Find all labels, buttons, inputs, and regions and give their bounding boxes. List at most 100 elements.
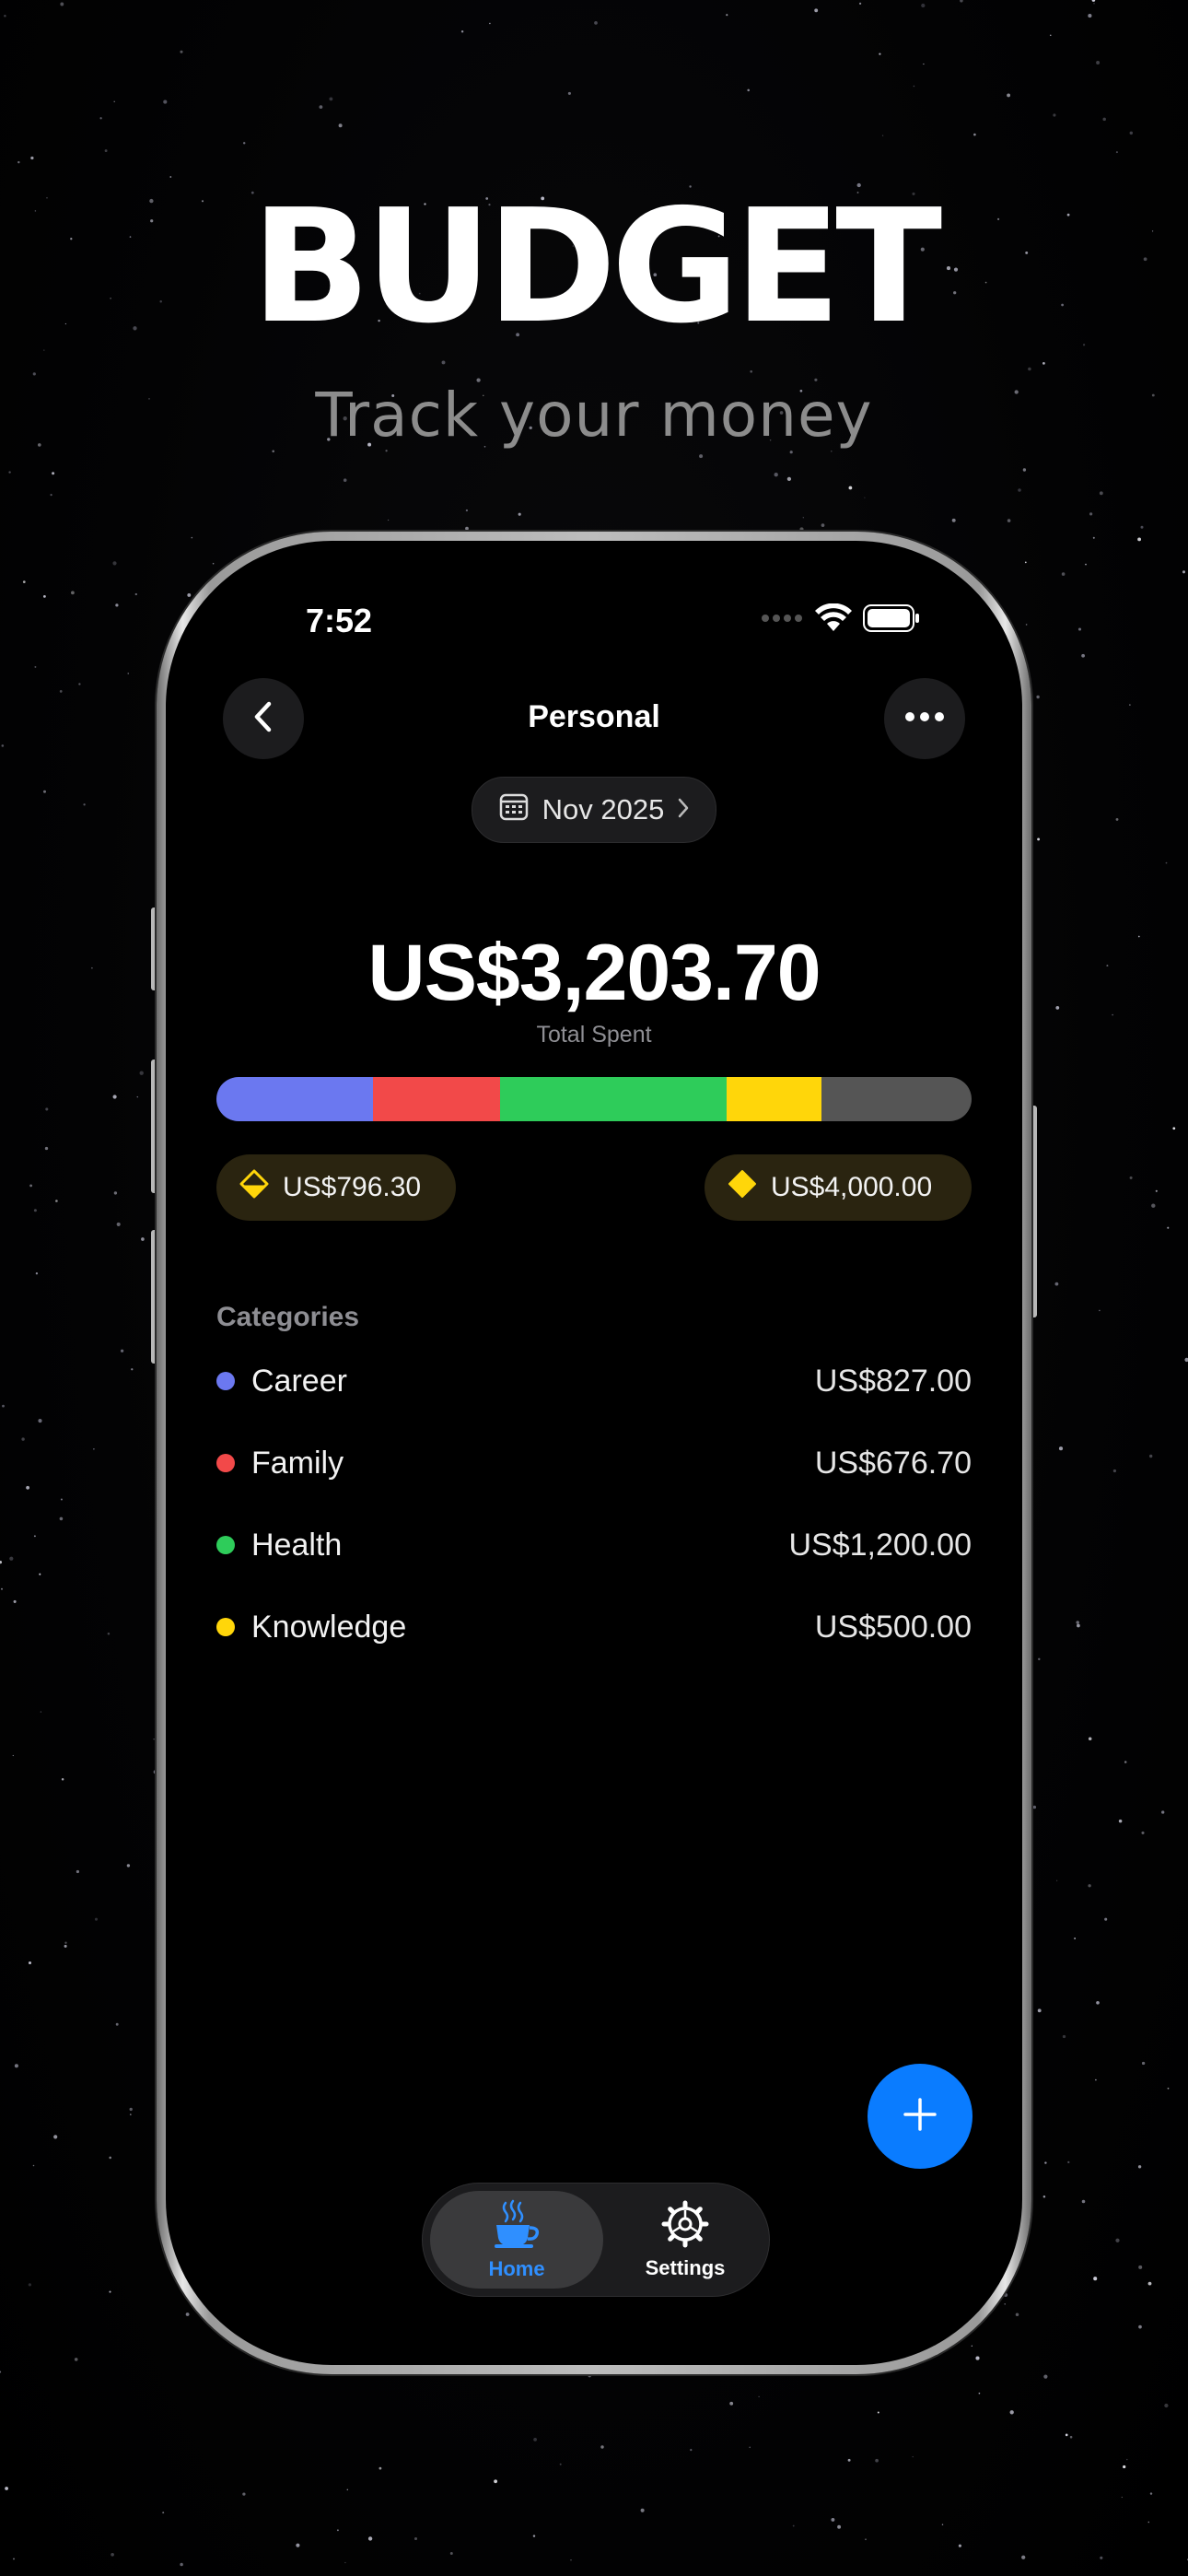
star [1043, 2374, 1048, 2379]
star [112, 561, 117, 566]
star [13, 2558, 15, 2560]
star [600, 2445, 604, 2449]
star [1067, 2160, 1070, 2164]
star [726, 14, 728, 17]
star [747, 88, 750, 92]
star [1056, 1879, 1058, 1881]
star [1021, 2555, 1026, 2559]
star [131, 1368, 134, 1371]
star [831, 451, 833, 452]
star [139, 1071, 144, 1075]
category-row-knowledge[interactable]: Knowledge US$500.00 [216, 1599, 972, 1655]
budget-chip[interactable]: US$4,000.00 [705, 1154, 972, 1221]
star [78, 683, 81, 685]
star [1092, 536, 1095, 539]
budget-progress-bar [216, 1077, 972, 1121]
star [1137, 2165, 1142, 2169]
gear-icon [661, 2200, 709, 2253]
star [1065, 2433, 1068, 2437]
star [1140, 525, 1144, 529]
star [1137, 935, 1140, 938]
star [109, 2290, 111, 2293]
star [4, 14, 6, 18]
star [26, 1485, 29, 1490]
star [1167, 2087, 1170, 2090]
star [1054, 1282, 1059, 1286]
star [1164, 2403, 1169, 2408]
star [1007, 93, 1011, 98]
category-row-family[interactable]: Family US$676.70 [216, 1435, 972, 1491]
star [449, 2552, 453, 2555]
budget-bar-segment-knowledge [727, 1077, 821, 1121]
diamond-icon [727, 1168, 758, 1207]
category-color-dot [216, 1454, 235, 1472]
star [28, 2283, 32, 2287]
star [912, 2455, 914, 2458]
star [971, 2345, 973, 2347]
star [12, 1754, 14, 1757]
star [594, 21, 598, 25]
star [99, 117, 102, 120]
star [55, 1200, 58, 1202]
star [1018, 488, 1021, 492]
star [1, 744, 5, 747]
more-button[interactable] [884, 678, 965, 759]
period-selector[interactable]: Nov 2025 [472, 777, 716, 843]
star [1100, 2556, 1103, 2559]
star [1106, 965, 1109, 967]
star [1025, 624, 1028, 626]
category-name: Career [251, 1363, 347, 1399]
star [1147, 2521, 1150, 2523]
star [465, 509, 469, 512]
star [1081, 653, 1085, 658]
star [344, 2561, 346, 2564]
star [975, 2356, 980, 2360]
star [1149, 1454, 1153, 1458]
star [59, 690, 63, 693]
star [1172, 1127, 1176, 1130]
total-spent-amount: US$3,203.70 [367, 929, 821, 1017]
star [14, 2064, 18, 2068]
star [34, 665, 37, 668]
star [22, 580, 26, 583]
star [821, 523, 825, 527]
remaining-chip[interactable]: US$796.30 [216, 1154, 456, 1221]
star [39, 1573, 41, 1575]
star [1088, 14, 1092, 18]
star [1112, 1013, 1113, 1016]
star [1115, 151, 1118, 154]
tab-home[interactable]: Home [430, 2191, 603, 2289]
star [59, 1516, 64, 1521]
star [104, 149, 108, 153]
star [319, 105, 323, 110]
tab-settings[interactable]: Settings [607, 2191, 763, 2289]
star [1088, 1884, 1091, 1888]
chevron-right-icon [677, 793, 690, 826]
star [162, 2512, 165, 2514]
star [1121, 2496, 1123, 2499]
category-row-health[interactable]: Health US$1,200.00 [216, 1517, 972, 1573]
star [1102, 117, 1106, 122]
star [1099, 1309, 1101, 1312]
add-transaction-button[interactable] [868, 2064, 973, 2169]
star [116, 1222, 121, 1226]
star [129, 2113, 132, 2115]
star [1138, 2324, 1142, 2329]
star [74, 2358, 78, 2361]
star [109, 2156, 111, 2160]
star [2, 1404, 5, 1408]
star [749, 2446, 751, 2449]
star [1061, 572, 1066, 576]
star [792, 2524, 795, 2527]
star [64, 1941, 67, 1944]
category-color-dot [216, 1372, 235, 1390]
star [76, 1869, 80, 1874]
star [180, 2562, 183, 2567]
star [91, 966, 93, 969]
ellipsis-icon [904, 710, 945, 727]
category-row-career[interactable]: Career US$827.00 [216, 1353, 972, 1409]
star [1115, 817, 1119, 821]
star [44, 1146, 49, 1151]
star [1112, 1469, 1116, 1473]
star [71, 591, 75, 595]
